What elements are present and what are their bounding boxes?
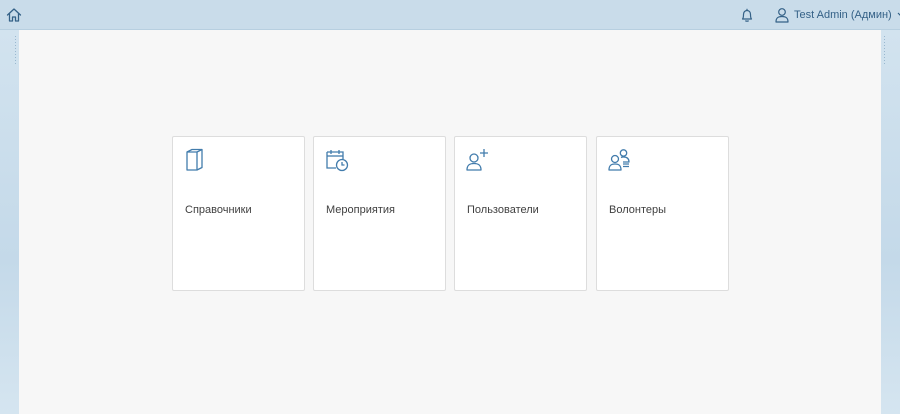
tile-title: Пользователи [467, 204, 539, 216]
right-resize-handle[interactable] [884, 36, 885, 66]
tile-events[interactable]: Мероприятия [313, 136, 446, 291]
right-side-panel [881, 30, 900, 414]
tile-title: Справочники [185, 204, 252, 216]
bell-icon[interactable] [739, 7, 755, 23]
calendar-clock-icon [326, 150, 349, 172]
shell-bar: Test Admin (Админ) [0, 0, 900, 30]
home-icon[interactable] [6, 7, 22, 23]
user-menu[interactable]: Test Admin (Админ) [775, 6, 900, 24]
left-resize-handle[interactable] [15, 36, 16, 66]
left-side-panel [0, 30, 19, 414]
tile-title: Волонтеры [609, 204, 667, 216]
tile-references[interactable]: Справочники [172, 136, 305, 291]
book-icon [186, 148, 203, 171]
launchpad-content: Справочники Мероприятия Пользователи Вол… [19, 30, 881, 414]
tile-title: Мероприятия [326, 204, 395, 216]
add-user-icon [466, 149, 488, 171]
user-icon [775, 8, 789, 23]
tile-volunteers[interactable]: Волонтеры [596, 136, 729, 291]
user-group-icon [608, 149, 630, 171]
tile-users[interactable]: Пользователи [454, 136, 587, 291]
user-name[interactable]: Test Admin (Админ) [794, 9, 892, 21]
